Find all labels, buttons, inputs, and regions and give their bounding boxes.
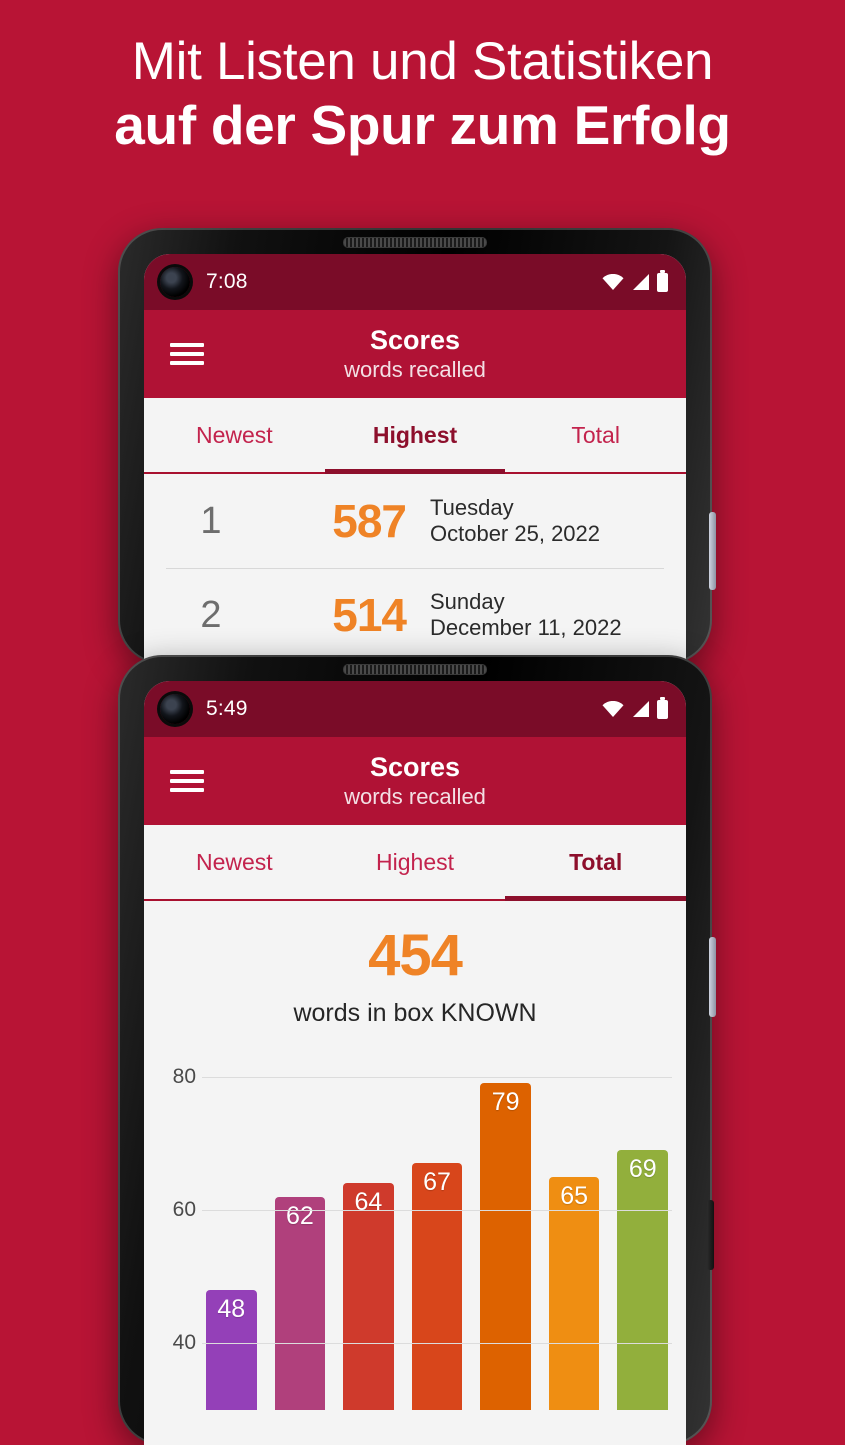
tab-highest[interactable]: Highest: [324, 398, 506, 474]
headline-line-1: Mit Listen und Statistiken: [131, 32, 714, 91]
chart-y-axis-tick: 80: [172, 1064, 196, 1088]
signal-icon: [633, 700, 649, 717]
front-camera-punch-hole-icon: [160, 267, 190, 297]
earpiece-speaker-icon: [343, 237, 487, 248]
wifi-icon: [602, 701, 624, 717]
app-bar-bottom: Scores words recalled: [144, 737, 686, 825]
phone-screen-top: 7:08 Scores words recalled Newest Highes…: [144, 254, 686, 664]
chart-bar-label: 67: [423, 1168, 451, 1197]
row-date: Tuesday October 25, 2022: [430, 495, 600, 547]
status-clock: 5:49: [206, 697, 248, 720]
status-bar-top: 7:08: [144, 254, 686, 310]
volume-button[interactable]: [707, 1200, 714, 1270]
total-caption: words in box KNOWN: [293, 999, 537, 1027]
tab-total[interactable]: Total: [505, 398, 686, 472]
signal-icon: [633, 273, 649, 290]
tab-newest[interactable]: Newest: [144, 825, 325, 899]
table-row[interactable]: 2 514 Sunday December 11, 2022: [144, 568, 686, 662]
phone-screen-bottom: 5:49 Scores words recalled Newest Highes…: [144, 681, 686, 1445]
chart-gridline: [202, 1343, 672, 1345]
app-subtitle: words recalled: [344, 356, 486, 382]
chart-bar[interactable]: 64: [343, 1183, 394, 1410]
total-summary: 454 words in box KNOWN: [144, 901, 686, 1028]
chart-bar-column: 69: [617, 1050, 669, 1410]
chart-bar-label: 64: [354, 1188, 383, 1217]
chart-bar-column: 65: [548, 1050, 600, 1410]
tab-newest[interactable]: Newest: [144, 398, 325, 472]
app-bar-titles: Scores words recalled: [144, 752, 686, 810]
row-rank: 2: [200, 593, 222, 636]
row-rank: 1: [200, 499, 222, 542]
chart-bars: 48 62 64 67 79 65 69: [202, 1050, 672, 1410]
chart-bar-column: 48: [206, 1050, 257, 1410]
row-date: Sunday December 11, 2022: [430, 589, 622, 641]
chart-gridline: [202, 1210, 672, 1211]
status-system-icons: [602, 269, 668, 292]
page-title: Mit Listen und Statistiken auf der Spur …: [0, 32, 845, 157]
chart-bar[interactable]: 48: [206, 1290, 257, 1410]
row-score: 514: [332, 589, 407, 641]
chart-bar-label: 79: [491, 1088, 520, 1117]
chart-y-axis-tick: 40: [172, 1331, 196, 1355]
hamburger-menu-icon[interactable]: [170, 338, 204, 370]
score-list: 1 587 Tuesday October 25, 2022 2 514 Sun…: [144, 474, 686, 662]
wifi-icon: [602, 274, 624, 290]
hamburger-menu-icon[interactable]: [170, 765, 204, 797]
status-system-icons: [602, 696, 668, 719]
chart-bar[interactable]: 67: [411, 1163, 463, 1410]
chart-bar-label: 48: [217, 1295, 246, 1323]
battery-icon: [657, 696, 668, 719]
phone-mockup-bottom: 5:49 Scores words recalled Newest Highes…: [118, 655, 716, 1445]
row-day-name: Sunday: [430, 589, 505, 615]
chart-bar[interactable]: 62: [274, 1196, 326, 1410]
chart-bar-label: 69: [628, 1155, 657, 1183]
power-button[interactable]: [709, 937, 716, 1017]
app-bar-titles: Scores words recalled: [144, 325, 686, 383]
tab-bar-top: Newest Highest Total: [144, 398, 686, 474]
table-row[interactable]: 1 587 Tuesday October 25, 2022: [144, 474, 686, 568]
row-divider: [166, 568, 664, 569]
row-date-full: October 25, 2022: [430, 521, 601, 546]
battery-icon: [657, 269, 668, 292]
chart-gridline: [202, 1076, 672, 1078]
app-title: Scores: [369, 751, 461, 782]
chart-bar-column: 67: [411, 1050, 463, 1410]
row-date-full: December 11, 2022: [430, 615, 622, 640]
power-button[interactable]: [709, 512, 716, 590]
tab-bar-bottom: Newest Highest Total: [144, 825, 686, 901]
chart-bar-column: 79: [480, 1050, 531, 1410]
chart-bar-column: 64: [343, 1050, 394, 1410]
chart-bar[interactable]: 65: [548, 1176, 600, 1410]
headline-line-2: auf der Spur zum Erfolg: [114, 94, 731, 157]
chart-bar[interactable]: 79: [480, 1083, 531, 1410]
phone-mockup-top: 7:08 Scores words recalled Newest Highes…: [118, 228, 716, 664]
earpiece-speaker-icon: [343, 664, 487, 675]
tab-total[interactable]: Total: [505, 825, 686, 901]
front-camera-punch-hole-icon: [160, 694, 190, 724]
total-value: 454: [368, 923, 463, 988]
app-bar-top: Scores words recalled: [144, 310, 686, 398]
tab-highest[interactable]: Highest: [325, 825, 506, 899]
app-title: Scores: [369, 324, 461, 355]
app-subtitle: words recalled: [344, 783, 486, 809]
status-bar-bottom: 5:49: [144, 681, 686, 737]
status-clock: 7:08: [206, 270, 248, 293]
chart-bar[interactable]: 69: [617, 1150, 669, 1410]
chart-bar-label: 65: [560, 1181, 589, 1210]
row-score: 587: [332, 495, 407, 547]
chart-bar-label: 62: [285, 1201, 314, 1230]
chart-y-axis-tick: 60: [172, 1198, 196, 1221]
row-day-name: Tuesday: [430, 495, 514, 521]
bar-chart: 48 62 64 67 79 65 69 40 60 80: [144, 1050, 686, 1410]
chart-bar-column: 62: [274, 1050, 326, 1410]
